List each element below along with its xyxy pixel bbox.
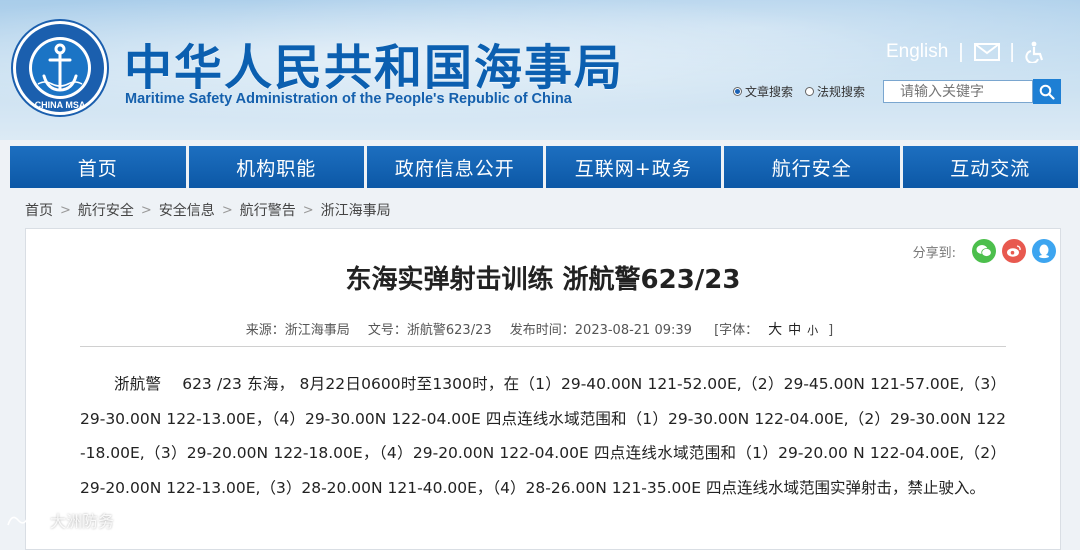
weibo-icon (1007, 245, 1021, 257)
site-title-cn[interactable]: 中华人民共和国海事局 (124, 28, 624, 98)
breadcrumb-item-nav-warnings[interactable]: 航行警告 (240, 200, 296, 220)
mail-icon[interactable] (973, 43, 1000, 61)
divider (80, 346, 1006, 347)
watermark-text: 大洲防务 (50, 512, 115, 531)
watermark-logo-icon (7, 515, 46, 526)
nav-item-navigation-safety[interactable]: 航行安全 (724, 146, 900, 188)
article-panel: 分享到: 东海实弹射击训练 浙航警623/23 来源：浙江海事局 文号：浙航警6… (25, 228, 1061, 550)
chevron-right-icon: > (302, 202, 314, 218)
english-link[interactable]: English (886, 41, 948, 63)
radio-label: 文章搜索 (745, 85, 794, 99)
article-title: 东海实弹射击训练 浙航警623/23 (345, 265, 741, 295)
meta-doc-number: 文号：浙航警623/23 (367, 323, 492, 338)
article-body: 浙航警 623 /23 东海， 8月22日0600时至1300时，在（1）29-… (80, 375, 1006, 497)
article-meta: 来源：浙江海事局 文号：浙航警623/23 发布时间：2023-08-21 09… (26, 319, 1060, 339)
radio-label: 法规搜索 (817, 85, 866, 99)
search-bar: 文章搜索 法规搜索 (733, 79, 1062, 104)
wheelchair-icon[interactable] (1025, 41, 1045, 63)
font-size-bracket: ] (828, 323, 834, 338)
china-msa-logo[interactable]: CHINA MSA (10, 18, 110, 118)
meta-publish-time: 发布时间：2023-08-21 09:39 (509, 323, 692, 338)
breadcrumb: 首页 > 航行安全 > 安全信息 > 航行警告 > 浙江海事局 (25, 200, 391, 220)
meta-source: 来源：浙江海事局 (245, 323, 350, 338)
breadcrumb-item-navigation-safety[interactable]: 航行安全 (78, 200, 134, 220)
nav-item-internet-gov[interactable]: 互联网+政务 (545, 146, 721, 188)
nav-item-gov-info[interactable]: 政府信息公开 (367, 146, 543, 188)
font-size-large[interactable]: 大 (768, 322, 782, 338)
top-links: English | | (886, 40, 1045, 64)
chevron-right-icon: > (221, 202, 233, 218)
share-label: 分享到: (912, 245, 956, 261)
chevron-right-icon: > (60, 202, 71, 218)
nav-item-functions[interactable]: 机构职能 (188, 146, 364, 188)
divider: | (958, 40, 964, 63)
font-size-medium[interactable]: 中 (788, 323, 801, 338)
radio-law-search[interactable]: 法规搜索 (805, 83, 865, 100)
radio-dot[interactable] (733, 87, 742, 96)
nav-item-interaction[interactable]: 互动交流 (902, 146, 1078, 188)
logo-text: CHINA MSA (35, 100, 86, 110)
radio-article-search[interactable]: 文章搜索 (733, 83, 793, 100)
font-size-control: [字体： 大中小] (707, 322, 840, 338)
site-title-en: Maritime Safety Administration of the Pe… (125, 91, 572, 107)
font-size-label: [字体： (714, 323, 759, 338)
site-header: CHINA MSA 中华人民共和国海事局 Maritime Safety Adm… (0, 0, 1080, 140)
search-input[interactable] (883, 80, 1034, 103)
breadcrumb-item-zhejiang[interactable]: 浙江海事局 (321, 200, 391, 220)
search-icon (1039, 84, 1055, 100)
font-size-small[interactable]: 小 (807, 324, 818, 337)
radio-dot[interactable] (805, 87, 815, 96)
main-nav: 首页 机构职能 政府信息公开 互联网+政务 航行安全 互动交流 (10, 146, 1078, 188)
search-button[interactable] (1033, 79, 1062, 104)
breadcrumb-item-home[interactable]: 首页 (25, 200, 53, 220)
breadcrumb-item-safety-info[interactable]: 安全信息 (159, 200, 215, 220)
chevron-right-icon: > (140, 202, 152, 218)
qq-icon (1039, 244, 1049, 259)
nav-item-home[interactable]: 首页 (10, 146, 186, 188)
divider: | (1009, 40, 1015, 63)
wechat-icon (976, 245, 992, 257)
watermark: 大洲防务 (6, 508, 114, 532)
